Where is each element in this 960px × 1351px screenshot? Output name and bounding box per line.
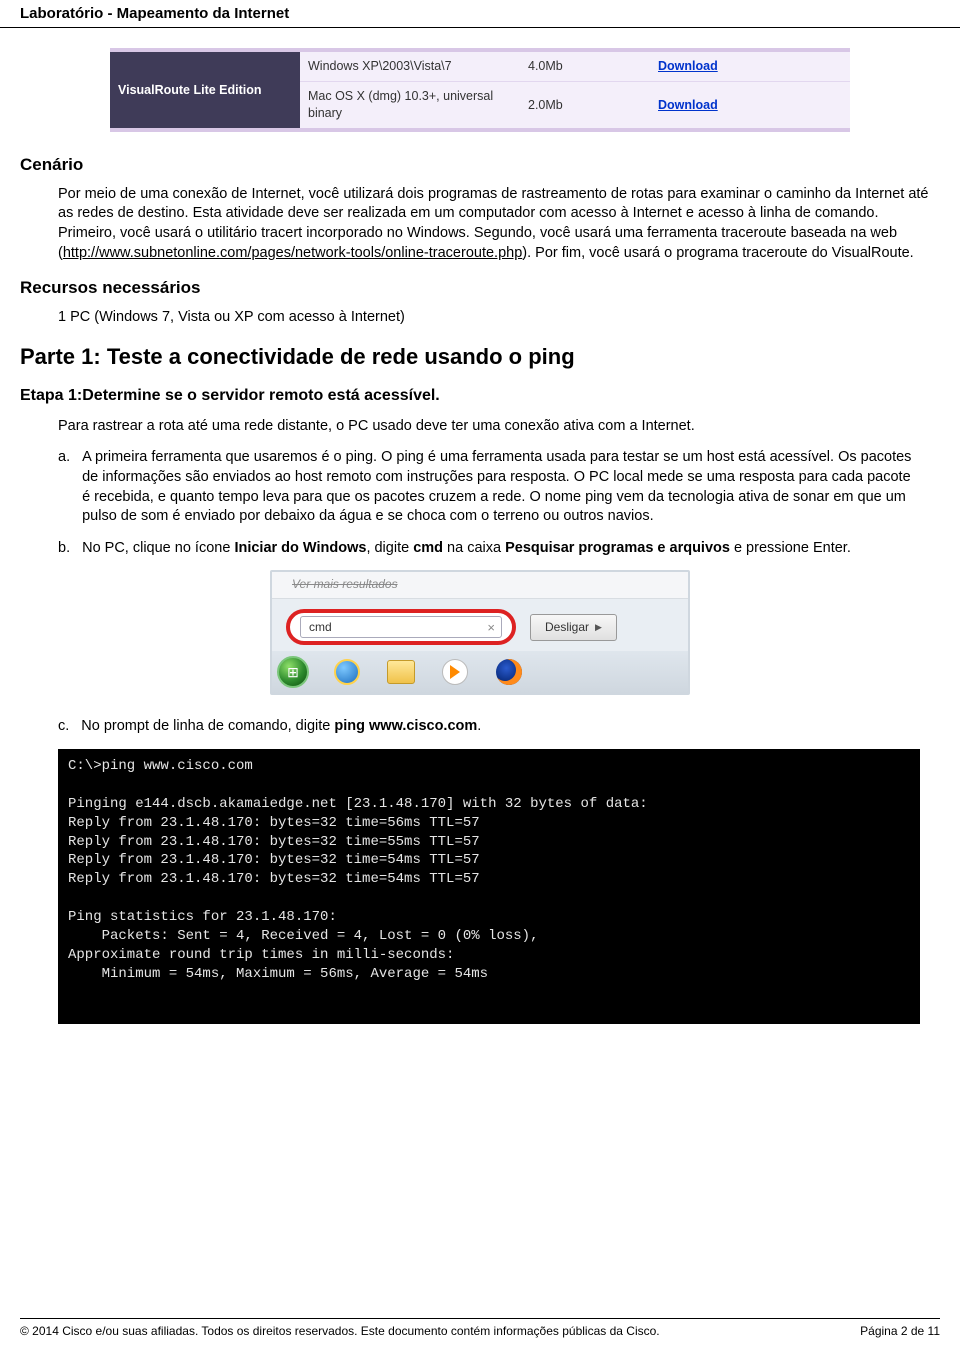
media-player-icon[interactable]: [434, 655, 476, 689]
b-bold-pesquisar: Pesquisar programas e arquivos: [505, 540, 730, 556]
b-mid1: , digite: [366, 540, 413, 556]
scenario-paragraph: Por meio de uma conexão de Internet, voc…: [58, 185, 940, 263]
c-post: .: [477, 718, 481, 734]
list-item-c: c. No prompt de linha de comando, digite…: [58, 717, 920, 737]
b-bold-iniciar: Iniciar do Windows: [234, 540, 366, 556]
search-value: cmd: [309, 619, 332, 635]
list-text: A primeira ferramenta que usaremos é o p…: [82, 448, 920, 526]
os-cell: Mac OS X (dmg) 10.3+, universal binary: [300, 82, 520, 128]
scenario-text-after: ). Por fim, você usará o programa tracer…: [522, 245, 913, 261]
traceroute-url-link[interactable]: http://www.subnetonline.com/pages/networ…: [63, 245, 522, 261]
page-content: VisualRoute Lite Edition Windows XP\2003…: [0, 28, 960, 1073]
table-row: VisualRoute Lite Edition Windows XP\2003…: [110, 52, 850, 128]
step1-heading: Etapa 1:Determine se o servidor remoto e…: [20, 385, 940, 407]
internet-explorer-icon[interactable]: [326, 655, 368, 689]
product-name-cell: VisualRoute Lite Edition: [110, 52, 300, 128]
size-cell: 4.0Mb: [520, 52, 650, 81]
firefox-icon[interactable]: [488, 655, 530, 689]
size-cell: 2.0Mb: [520, 82, 650, 128]
page-title: Laboratório - Mapeamento da Internet: [20, 5, 289, 22]
b-pre: No PC, clique no ícone: [82, 540, 234, 556]
c-pre: No prompt de linha de comando, digite: [81, 718, 334, 734]
footer-page-number: Página 2 de 11: [860, 1323, 940, 1339]
b-post: e pressione Enter.: [730, 540, 851, 556]
b-bold-cmd: cmd: [413, 540, 443, 556]
command-prompt-output: C:\>ping www.cisco.com Pinging e144.dscb…: [58, 749, 920, 1024]
resources-heading: Recursos necessários: [20, 277, 940, 300]
part1-heading: Parte 1: Teste a conectividade de rede u…: [20, 342, 940, 372]
list-item-a: a. A primeira ferramenta que usaremos é …: [58, 448, 920, 526]
download-link[interactable]: Download: [658, 58, 718, 75]
file-explorer-icon[interactable]: [380, 655, 422, 689]
shutdown-label: Desligar: [545, 619, 589, 635]
clear-icon[interactable]: ×: [487, 619, 495, 637]
search-row: cmd × Desligar ▶: [272, 599, 688, 651]
list-text: No prompt de linha de comando, digite pi…: [81, 717, 920, 737]
chevron-right-icon: ▶: [595, 621, 602, 633]
page-header: Laboratório - Mapeamento da Internet: [0, 0, 960, 28]
start-orb-icon[interactable]: ⊞: [272, 655, 314, 689]
download-table: VisualRoute Lite Edition Windows XP\2003…: [110, 48, 850, 132]
list-item-b: b. No PC, clique no ícone Iniciar do Win…: [58, 539, 920, 559]
list-text: No PC, clique no ícone Iniciar do Window…: [82, 539, 920, 559]
search-input[interactable]: cmd ×: [300, 616, 502, 638]
os-cell: Windows XP\2003\Vista\7: [300, 52, 520, 81]
page-footer: © 2014 Cisco e/ou suas afiliadas. Todos …: [20, 1318, 940, 1339]
windows-search-screenshot: Ver mais resultados cmd × Desligar ▶ ⊞: [270, 570, 690, 695]
table-bottom-rule: [110, 128, 850, 132]
list-marker: b.: [58, 539, 70, 559]
search-highlight-oval: cmd ×: [286, 609, 516, 645]
download-cell: Download: [650, 82, 850, 128]
taskbar: ⊞: [272, 651, 688, 693]
footer-copyright: © 2014 Cisco e/ou suas afiliadas. Todos …: [20, 1323, 660, 1339]
step1-intro: Para rastrear a rota até uma rede distan…: [58, 417, 920, 437]
download-cell: Download: [650, 52, 850, 81]
b-mid2: na caixa: [443, 540, 505, 556]
list-marker: c.: [58, 717, 69, 737]
shutdown-button[interactable]: Desligar ▶: [530, 614, 617, 640]
download-link[interactable]: Download: [658, 97, 718, 114]
resources-item: 1 PC (Windows 7, Vista ou XP com acesso …: [58, 308, 940, 328]
scenario-heading: Cenário: [20, 154, 940, 177]
c-bold-ping: ping www.cisco.com: [334, 718, 477, 734]
list-marker: a.: [58, 448, 70, 526]
see-more-results-hint: Ver mais resultados: [272, 572, 688, 599]
